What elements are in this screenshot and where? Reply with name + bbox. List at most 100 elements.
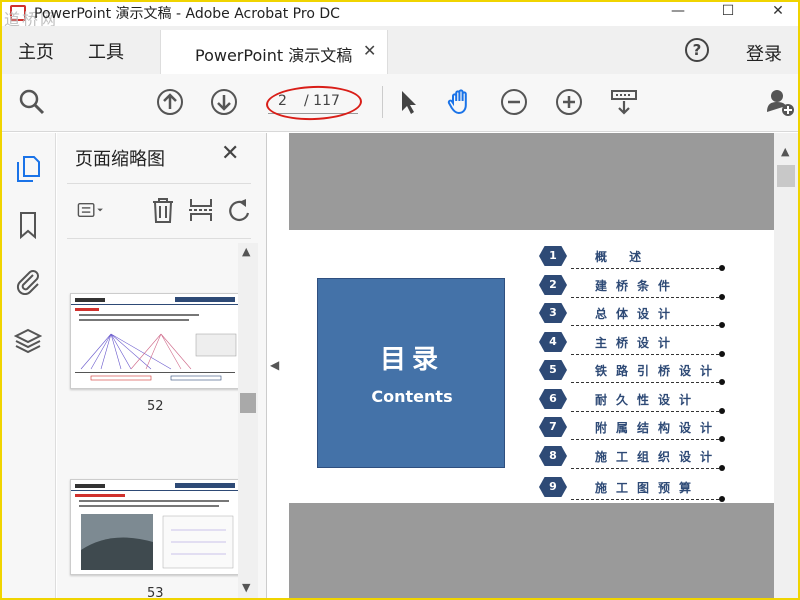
doc-scroll-up-arrow-icon[interactable]: ▲	[781, 145, 789, 158]
thumbnail-53-label: 53	[147, 586, 164, 600]
panel-title: 页面缩略图	[75, 149, 165, 170]
toc-dashed-line	[571, 499, 719, 500]
delete-page-icon[interactable]	[149, 196, 177, 224]
layers-icon[interactable]	[14, 327, 42, 355]
select-arrow-icon[interactable]	[394, 88, 422, 116]
hand-icon[interactable]	[446, 88, 474, 116]
thumbnail-tools	[67, 183, 251, 239]
document-tab-label: PowerPoint 演示文稿	[195, 46, 353, 65]
document-tab[interactable]: PowerPoint 演示文稿 ✕	[160, 30, 388, 74]
thumbnail-53-preview	[71, 483, 239, 570]
help-icon[interactable]: ?	[685, 38, 709, 62]
zoom-in-icon[interactable]	[555, 88, 583, 116]
toc-text: 铁路引桥设计	[595, 364, 722, 378]
toc-item: 8 施工组织设计	[537, 446, 727, 474]
toc-text: 施工图预算	[595, 481, 701, 495]
thumbnail-page-52[interactable]	[70, 293, 240, 389]
slide-page: 目录 Contents 1 概 述 2 建桥条件 3 总体设计 4 主桥设计 5…	[289, 230, 774, 503]
page-up-icon[interactable]	[156, 88, 184, 116]
toc-text: 总体设计	[595, 307, 680, 321]
toc-number-badge: 6	[539, 389, 567, 409]
toc-dot	[719, 351, 725, 357]
toc-text: 附属结构设计	[595, 421, 722, 435]
slide-heading: 目录	[379, 345, 444, 375]
thumbnail-page-53[interactable]	[70, 479, 240, 575]
collapse-panel-arrow-icon[interactable]: ◀	[270, 358, 279, 372]
search-icon[interactable]	[18, 88, 46, 116]
toc-dot	[719, 465, 725, 471]
attachment-icon[interactable]	[14, 267, 42, 295]
toc-item: 4 主桥设计	[537, 332, 727, 360]
toc-number-badge: 3	[539, 303, 567, 323]
toc-dot	[719, 496, 725, 502]
bookmark-icon[interactable]	[14, 211, 42, 239]
toc-dashed-line	[571, 468, 719, 469]
page-thumbnails-icon[interactable]	[14, 155, 42, 183]
toc-text: 耐久性设计	[595, 393, 701, 407]
scroll-up-arrow-icon[interactable]: ▲	[242, 245, 250, 258]
thumbnail-scrollbar[interactable]: ▲ ▼	[238, 243, 258, 598]
minimize-button[interactable]: —	[658, 2, 698, 24]
extract-page-icon[interactable]	[187, 196, 215, 224]
toc-item: 9 施工图预算	[537, 477, 727, 505]
toc-number-badge: 9	[539, 477, 567, 497]
slide-subheading: Contents	[371, 387, 453, 406]
login-link[interactable]: 登录	[746, 40, 782, 66]
toc-dashed-line	[571, 268, 719, 269]
toc-dot	[719, 408, 725, 414]
toc-dashed-line	[571, 411, 719, 412]
zoom-out-icon[interactable]	[500, 88, 528, 116]
title-bar: 道桥网 PowerPoint 演示文稿 - Adobe Acrobat Pro …	[2, 2, 798, 29]
share-user-icon[interactable]	[766, 88, 794, 116]
toc-dashed-line	[571, 297, 719, 298]
close-window-button[interactable]: ✕	[758, 2, 798, 24]
toc-item: 5 铁路引桥设计	[537, 360, 727, 388]
thumbnail-52-label: 52	[147, 399, 164, 414]
toc-dot	[719, 436, 725, 442]
toc-number-badge: 5	[539, 360, 567, 380]
thumbnail-52-preview	[71, 294, 239, 381]
toc-item: 6 耐久性设计	[537, 389, 727, 417]
toc-item: 1 概 述	[537, 246, 727, 274]
thumbnail-options-icon[interactable]	[77, 196, 105, 224]
scroll-mode-icon[interactable]	[610, 88, 638, 116]
document-view[interactable]: 目录 Contents 1 概 述 2 建桥条件 3 总体设计 4 主桥设计 5…	[289, 133, 774, 598]
left-navigation-rail	[2, 133, 56, 598]
tab-bar: 主页 工具 PowerPoint 演示文稿 ✕ ? 登录	[2, 26, 798, 74]
menu-tools[interactable]: 工具	[88, 38, 124, 64]
toc-item: 7 附属结构设计	[537, 417, 727, 445]
toc-dot	[719, 294, 725, 300]
toolbar: 2 / 117	[2, 74, 798, 132]
toolbar-divider	[382, 86, 383, 118]
toc-dashed-line	[571, 382, 719, 383]
toc-dot	[719, 379, 725, 385]
thumbnails-panel: 页面缩略图 ✕ 52 53	[57, 133, 267, 600]
page-down-icon[interactable]	[210, 88, 238, 116]
rotate-page-icon[interactable]	[225, 196, 253, 224]
menu-home[interactable]: 主页	[18, 38, 54, 64]
toc-item: 3 总体设计	[537, 303, 727, 331]
toc-text: 建桥条件	[595, 279, 680, 293]
app-window: 道桥网 PowerPoint 演示文稿 - Adobe Acrobat Pro …	[0, 0, 800, 600]
toc-text: 主桥设计	[595, 336, 680, 350]
toc-number-badge: 7	[539, 417, 567, 437]
toc-dashed-line	[571, 439, 719, 440]
toc-dot	[719, 322, 725, 328]
maximize-button[interactable]: ☐	[708, 2, 748, 24]
toc-dashed-line	[571, 325, 719, 326]
toc-text: 概 述	[595, 250, 651, 264]
thumbnail-list: 52 53	[57, 243, 257, 600]
thumbnail-scroll-knob[interactable]	[240, 393, 256, 413]
document-scrollbar[interactable]: ▲	[774, 133, 798, 598]
document-scroll-knob[interactable]	[777, 165, 795, 187]
scroll-down-arrow-icon[interactable]: ▼	[242, 581, 250, 594]
toc-text: 施工组织设计	[595, 450, 722, 464]
window-title: PowerPoint 演示文稿 - Adobe Acrobat Pro DC	[34, 6, 340, 22]
close-panel-icon[interactable]: ✕	[221, 141, 239, 166]
toc-number-badge: 2	[539, 275, 567, 295]
slide-title-box: 目录 Contents	[317, 278, 505, 468]
toc-item: 2 建桥条件	[537, 275, 727, 303]
toc-number-badge: 8	[539, 446, 567, 466]
close-tab-icon[interactable]: ✕	[363, 41, 376, 60]
toc-number-badge: 4	[539, 332, 567, 352]
